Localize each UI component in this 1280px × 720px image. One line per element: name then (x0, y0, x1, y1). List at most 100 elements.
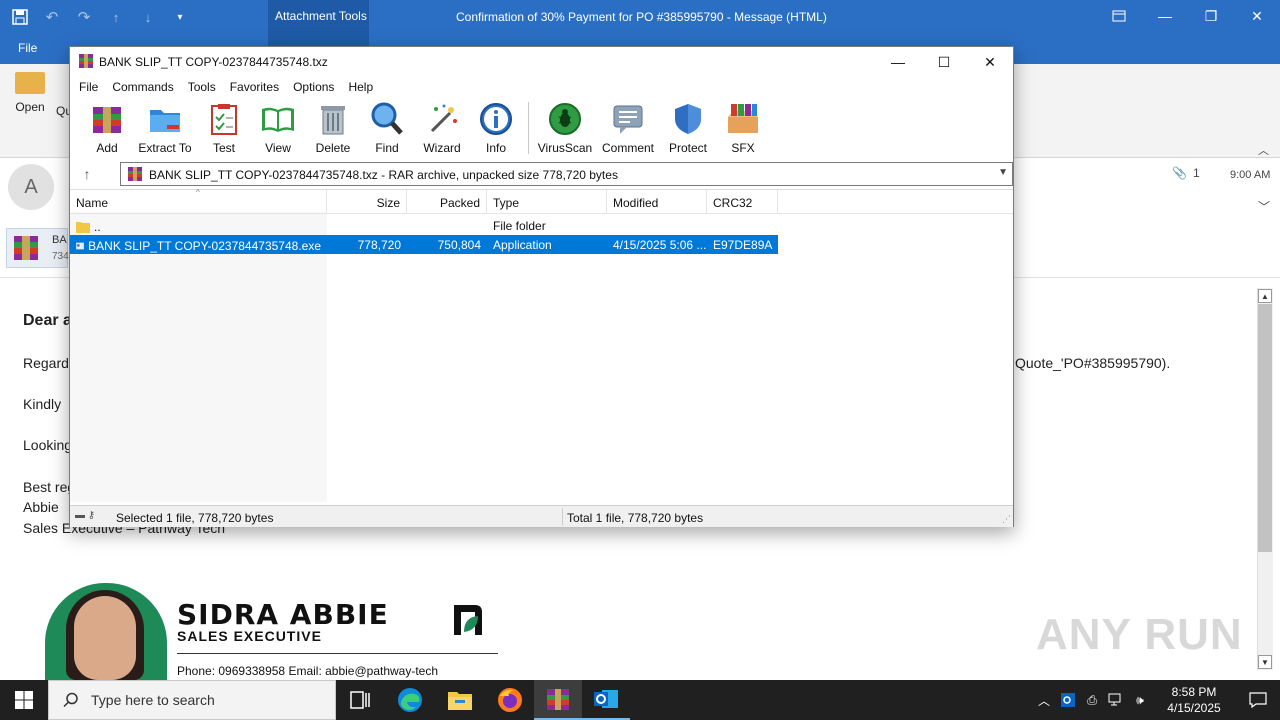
edge-taskbar-button[interactable] (386, 680, 434, 720)
menu-help[interactable]: Help (341, 77, 380, 99)
extract-to-button[interactable]: Extract To (132, 99, 198, 157)
customize-qat-icon[interactable]: ▾ (170, 7, 190, 27)
wizard-button[interactable]: Wizard (414, 99, 470, 157)
view-label: View (265, 141, 291, 155)
sfx-button[interactable]: SFX (715, 99, 771, 157)
signature-photo-face (74, 596, 136, 680)
received-time: 9:00 AM (1230, 169, 1271, 181)
firefox-taskbar-button[interactable] (486, 680, 534, 720)
winrar-taskbar-button[interactable] (534, 680, 582, 720)
winrar-statusbar: ▬ ⚷ Selected 1 file, 778,720 bytes Total… (70, 505, 1013, 527)
quick-access-toolbar: ↶ ↷ ↑ ↓ ▾ (10, 6, 190, 28)
add-button[interactable]: Add (82, 99, 132, 157)
winrar-minimize-icon[interactable]: — (875, 47, 921, 77)
scroll-down-icon[interactable]: ▼ (1258, 655, 1272, 669)
network-icon[interactable] (1104, 680, 1128, 720)
winrar-menubar: File Commands Tools Favorites Options He… (70, 77, 1013, 99)
folder-icon (76, 222, 90, 233)
email-body-line-3: Looking (23, 437, 73, 453)
column-header-crc32[interactable]: CRC32 (707, 190, 778, 214)
view-button[interactable]: View (250, 99, 306, 157)
add-archive-icon (93, 107, 121, 133)
winrar-close-icon[interactable]: ✕ (967, 47, 1013, 77)
previous-item-icon[interactable]: ↑ (106, 7, 126, 27)
open-attachment-button[interactable]: Open (12, 72, 48, 114)
info-button[interactable]: Info (470, 99, 522, 157)
menu-tools[interactable]: Tools (181, 77, 223, 99)
save-icon[interactable] (10, 7, 30, 27)
resize-grip-icon[interactable]: ⋰ (1002, 514, 1011, 525)
winrar-maximize-icon[interactable]: ☐ (921, 47, 967, 77)
anyrun-watermark: ANY RUN (1036, 610, 1243, 659)
undo-icon[interactable]: ↶ (42, 7, 62, 27)
protect-button[interactable]: Protect (661, 99, 715, 157)
row-packed: 750,804 (437, 238, 481, 252)
close-icon[interactable]: ✕ (1234, 0, 1280, 32)
column-header-name[interactable]: Name ^ (70, 188, 327, 214)
up-one-level-icon[interactable]: ↑ (78, 165, 96, 183)
table-row[interactable]: .. File folder (70, 216, 778, 235)
task-view-button[interactable] (336, 680, 384, 720)
minimize-icon[interactable]: — (1142, 0, 1188, 32)
device-tray-icon[interactable]: ⎙ (1080, 680, 1104, 720)
drive-key-icon: ▬ ⚷ (75, 510, 96, 521)
archive-path-dropdown[interactable]: BANK SLIP_TT COPY-0237844735748.txz - RA… (120, 162, 1013, 186)
expand-header-icon[interactable]: ﹀ (1258, 198, 1270, 215)
ribbon-display-options-icon[interactable] (1096, 0, 1142, 32)
attachment-indicator: 📎 1 (1172, 166, 1200, 180)
email-scrollbar-thumb[interactable] (1258, 304, 1272, 552)
menu-favorites[interactable]: Favorites (223, 77, 286, 99)
archive-icon (128, 167, 142, 181)
start-button[interactable] (0, 680, 48, 720)
comment-button[interactable]: Comment (595, 99, 661, 157)
delete-label: Delete (315, 141, 351, 155)
attachment-name: BA (52, 234, 67, 246)
file-tab[interactable]: File (18, 41, 37, 55)
test-clipboard-icon (211, 104, 237, 135)
taskbar-clock[interactable]: 8:58 PM 4/15/2025 (1152, 684, 1236, 716)
paperclip-icon: 📎 (1172, 166, 1187, 180)
taskbar-search-box[interactable]: Type here to search (48, 680, 336, 720)
collapse-ribbon-icon[interactable]: ︿ (1258, 142, 1269, 158)
find-button[interactable]: Find (360, 99, 414, 157)
column-header-packed[interactable]: Packed (407, 190, 487, 214)
notification-icon (1249, 692, 1267, 708)
outlook-tray-icon[interactable] (1056, 680, 1080, 720)
extract-to-label: Extract To (138, 141, 192, 155)
menu-file[interactable]: File (72, 77, 105, 99)
column-header-modified[interactable]: Modified (607, 190, 707, 214)
scroll-up-icon[interactable]: ▲ (1258, 289, 1272, 303)
next-item-icon[interactable]: ↓ (138, 7, 158, 27)
column-header-type[interactable]: Type (487, 190, 607, 214)
notifications-button[interactable] (1236, 680, 1280, 720)
menu-commands[interactable]: Commands (105, 77, 180, 99)
winrar-archive-icon (14, 236, 38, 260)
table-row-selected[interactable]: BANK SLIP_TT COPY-0237844735748.exe 778,… (70, 235, 778, 254)
test-label: Test (212, 141, 235, 155)
outlook-window-title: Confirmation of 30% Payment for PO #3859… (456, 10, 827, 24)
file-list: Name ^ Size Packed Type Modified CRC32 .… (70, 188, 1013, 502)
email-body-line-2: Kindly (23, 396, 62, 412)
volume-icon[interactable]: 🕪 (1128, 680, 1152, 720)
restore-icon[interactable]: ❐ (1188, 0, 1234, 32)
row-type: Application (493, 238, 552, 252)
file-explorer-taskbar-button[interactable] (436, 680, 484, 720)
attachment-count: 1 (1192, 166, 1200, 180)
clock-date: 4/15/2025 (1167, 701, 1221, 715)
outlook-icon (594, 690, 618, 708)
chevron-down-icon[interactable]: ▼ (998, 167, 1008, 178)
email-signoff: Best reg (23, 479, 76, 495)
virusscan-button[interactable]: VirusScan (535, 99, 595, 157)
test-button[interactable]: Test (198, 99, 250, 157)
name-column-background (70, 212, 327, 502)
row-size (327, 216, 407, 235)
show-hidden-icons-icon[interactable]: ︿ (1032, 680, 1056, 720)
signature-contact: Phone: 0969338958 Email: abbie@pathway-t… (177, 664, 439, 678)
menu-options[interactable]: Options (286, 77, 341, 99)
redo-icon[interactable]: ↷ (74, 7, 94, 27)
row-modified (607, 216, 707, 235)
delete-button[interactable]: Delete (306, 99, 360, 157)
open-folder-icon (15, 72, 45, 94)
column-header-size[interactable]: Size (327, 190, 407, 214)
outlook-taskbar-button[interactable] (582, 680, 630, 720)
